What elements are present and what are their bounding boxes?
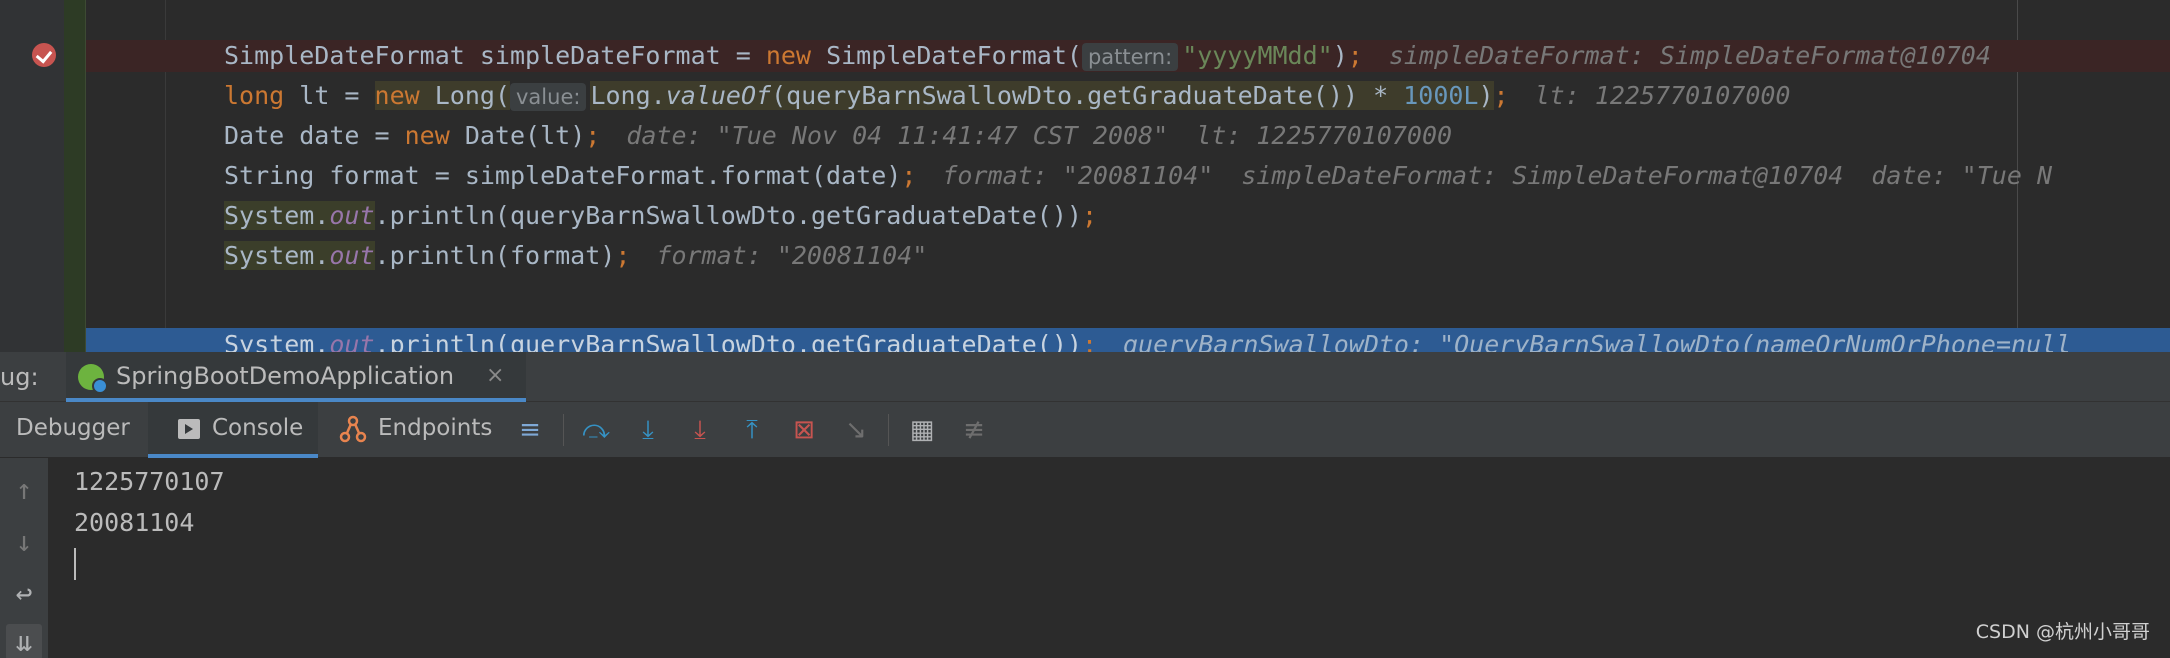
- code-text: System.: [224, 201, 330, 230]
- step-over-icon[interactable]: ⤼: [578, 412, 614, 448]
- semicolon: ;: [901, 161, 917, 190]
- debug-tool-window-header: ug: SpringBootDemoApplication ×: [0, 352, 2170, 402]
- code-editor[interactable]: SimpleDateFormat simpleDateFormat = new …: [0, 0, 2170, 352]
- console-output-line: 1225770107: [74, 467, 225, 496]
- endpoints-icon: [339, 415, 367, 443]
- evaluate-expression-icon[interactable]: ▦: [904, 412, 940, 448]
- inline-debug-value: simpleDateFormat: SimpleDateFormat@10704: [1241, 161, 1844, 190]
- run-configuration-label: SpringBootDemoApplication: [116, 362, 455, 390]
- toolbar-separator: [888, 414, 889, 446]
- keyword-new: new: [404, 121, 450, 150]
- spring-boot-icon: [78, 364, 108, 394]
- text-caret: [74, 548, 76, 580]
- inline-debug-value: lt: 1225770107000: [1196, 121, 1453, 150]
- inline-debug-value: format: "20081104": [942, 161, 1214, 190]
- console-output-line: 20081104: [74, 508, 195, 537]
- code-text: SimpleDateFormat simpleDateFormat =: [224, 41, 766, 70]
- semicolon: ;: [585, 121, 601, 150]
- code-text: .println(queryBarnSwallowDto.getGraduate…: [374, 330, 1082, 352]
- code-text: System.: [224, 330, 330, 352]
- static-field: out: [329, 330, 375, 352]
- arrow-up-icon[interactable]: ↑: [6, 472, 42, 508]
- code-text: ): [1478, 81, 1494, 110]
- code-text: Long(: [419, 81, 510, 110]
- semicolon: ;: [1493, 81, 1509, 110]
- keyword-long: long: [224, 81, 285, 110]
- console-output[interactable]: 1225770107 20081104 CSDN @杭州小哥哥: [48, 458, 2170, 658]
- run-to-cursor-icon[interactable]: ↘: [838, 412, 874, 448]
- code-text: Date(lt): [449, 121, 586, 150]
- inline-debug-values: format: "20081104" simpleDateFormat: Simp…: [942, 161, 2080, 190]
- tab-console[interactable]: Console: [148, 402, 318, 458]
- tab-run-configuration[interactable]: SpringBootDemoApplication ×: [66, 352, 526, 402]
- code-line-7[interactable]: System.out.println(queryBarnSwallowDto.g…: [224, 328, 2071, 352]
- drop-frame-icon[interactable]: ⊠: [786, 412, 822, 448]
- inline-debug-value: format: "20081104": [656, 241, 928, 270]
- toolbar-separator: [563, 414, 564, 446]
- code-text: .println(format): [374, 241, 616, 270]
- console-side-toolbar: ↑ ↓ ↩ ⇊: [0, 458, 48, 658]
- inline-debug-value: simpleDateFormat: SimpleDateFormat@10704: [1388, 41, 1991, 70]
- code-text: ): [1332, 41, 1348, 70]
- code-text: SimpleDateFormat(: [811, 41, 1082, 70]
- inline-debug-value: date: "Tue N: [1871, 161, 2052, 190]
- inline-debug-value: queryBarnSwallowDto: "QueryBarnSwallowDt…: [1123, 330, 2072, 352]
- static-field: out: [329, 201, 375, 230]
- arrow-down-icon[interactable]: ↓: [6, 524, 42, 560]
- soft-wrap-icon[interactable]: ↩: [6, 576, 42, 612]
- parameter-hint: pattern:: [1081, 43, 1179, 71]
- debug-toolbar: Debugger Console Endpoints ≡ ⤼ ⤓ ⤓ ⤒ ⊠ ↘…: [0, 402, 2170, 458]
- watermark: CSDN @杭州小哥哥: [1975, 621, 2150, 643]
- force-step-into-icon[interactable]: ⤓: [682, 412, 718, 448]
- static-field: out: [329, 241, 375, 270]
- parameter-hint: value:: [510, 83, 587, 111]
- show-execution-point-icon[interactable]: ≡: [512, 412, 548, 448]
- semicolon: ;: [1081, 201, 1097, 230]
- console-icon: [178, 419, 200, 439]
- code-line-1[interactable]: SimpleDateFormat simpleDateFormat = new …: [224, 39, 1991, 73]
- code-line-3[interactable]: Date date = new Date(lt); date: "Tue Nov …: [224, 119, 1480, 153]
- code-text: (queryBarnSwallowDto.getGraduateDate()) …: [771, 81, 1404, 110]
- fold-column: [64, 0, 86, 352]
- inline-debug-value: lt: 1225770107000: [1534, 81, 1791, 110]
- code-line-5[interactable]: System.out.println(queryBarnSwallowDto.g…: [224, 199, 1097, 233]
- close-icon[interactable]: ×: [486, 352, 504, 400]
- semicolon: ;: [1347, 41, 1363, 70]
- trace-current-stream-icon[interactable]: ≢: [956, 412, 992, 448]
- scroll-to-end-icon[interactable]: ⇊: [6, 624, 42, 658]
- code-line-4[interactable]: String format = simpleDateFormat.format(…: [224, 159, 2080, 193]
- tab-endpoints[interactable]: Endpoints: [338, 402, 492, 458]
- step-into-icon[interactable]: ⤓: [630, 412, 666, 448]
- code-text: Date date =: [224, 121, 405, 150]
- code-line-2[interactable]: long lt = new Long(value: Long.valueOf(qu…: [224, 79, 1790, 113]
- semicolon: ;: [615, 241, 631, 270]
- semicolon: ;: [1081, 330, 1097, 352]
- code-text: Long.: [590, 81, 666, 110]
- tab-debugger[interactable]: Debugger: [16, 402, 130, 458]
- tool-window-label: ug:: [0, 363, 39, 391]
- keyword-new: new: [374, 81, 420, 110]
- tab-console-label: Console: [212, 415, 304, 441]
- code-text: System.: [224, 241, 330, 270]
- inline-debug-values: date: "Tue Nov 04 11:41:47 CST 2008" lt: …: [626, 121, 1480, 150]
- keyword-new: new: [765, 41, 812, 70]
- static-method: valueOf: [665, 81, 772, 110]
- code-text: String format = simpleDateFormat.format(…: [224, 161, 902, 190]
- number-literal: 1000L: [1403, 81, 1479, 110]
- inline-debug-value: date: "Tue Nov 04 11:41:47 CST 2008": [626, 121, 1169, 150]
- string-literal: "yyyyMMdd": [1182, 41, 1333, 70]
- code-text: .println(queryBarnSwallowDto.getGraduate…: [374, 201, 1082, 230]
- code-line-6[interactable]: System.out.println(format); format: "2008…: [224, 239, 927, 273]
- code-text: lt =: [284, 81, 375, 110]
- tab-endpoints-label: Endpoints: [378, 415, 493, 441]
- breakpoint-icon[interactable]: [32, 43, 56, 67]
- step-out-icon[interactable]: ⤒: [734, 412, 770, 448]
